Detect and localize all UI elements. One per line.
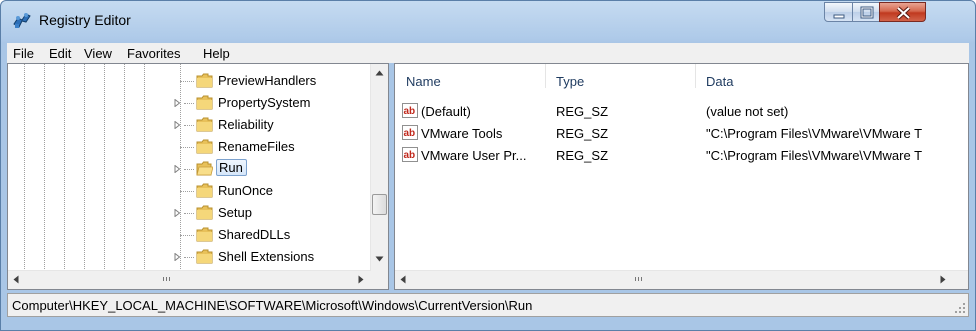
string-value-icon: ab [402,125,418,140]
list-horizontal-scrollbar[interactable] [395,270,968,289]
svg-text:ab: ab [404,150,416,161]
tree-item-reliability[interactable]: Reliability [8,114,368,136]
folder-icon [196,183,213,198]
svg-text:ab: ab [404,128,416,139]
folder-open-icon [196,161,213,176]
status-bar: Computer\HKEY_LOCAL_MACHINE\SOFTWARE\Mic… [7,293,969,317]
minimize-icon [833,14,845,19]
tree-item-shell-extensions[interactable]: Shell Extensions [8,246,368,268]
maximize-icon [860,6,874,19]
value-row[interactable]: ab VMware Tools REG_SZ "C:\Program Files… [395,122,968,144]
column-header-type[interactable]: Type [546,64,694,89]
folder-icon [196,95,213,110]
string-value-icon: ab [402,147,418,162]
title-bar[interactable]: Registry Editor [1,1,975,39]
scroll-right-icon[interactable] [358,275,364,284]
menu-bar: File Edit View Favorites Help [7,43,969,63]
scroll-right-icon[interactable] [940,275,946,284]
value-list-pane[interactable]: Name Type Data ab (Default) REG_SZ (valu… [394,63,969,290]
scroll-grip-icon [635,277,642,281]
tree-item-label: Shell Extensions [218,249,315,264]
tree-item-label: PropertySystem [218,95,311,110]
value-name: VMware Tools [421,126,503,141]
tree-item-label: Run [216,159,247,176]
menu-favorites[interactable]: Favorites [127,46,180,61]
maximize-button[interactable] [852,2,880,22]
scroll-left-icon[interactable] [13,275,19,284]
key-tree-pane[interactable]: PreviewHandlers PropertySystem Reliabili… [7,63,389,290]
tree-item-label: PreviewHandlers [218,73,317,88]
value-row[interactable]: ab VMware User Pr... REG_SZ "C:\Program … [395,144,968,166]
tree-item-previewhandlers[interactable]: PreviewHandlers [8,70,368,92]
value-type: REG_SZ [556,126,609,141]
tree-item-run[interactable]: Run [8,158,368,180]
value-type: REG_SZ [556,148,609,163]
folder-icon [196,249,213,264]
tree-item-propertysystem[interactable]: PropertySystem [8,92,368,114]
tree-item-label: SharedDLLs [218,227,291,242]
menu-edit[interactable]: Edit [49,46,71,61]
folder-icon [196,73,213,88]
resize-grip-icon[interactable] [954,302,966,314]
tree-horizontal-scrollbar[interactable] [8,270,371,289]
menu-help[interactable]: Help [203,46,230,61]
registry-editor-icon [13,13,31,28]
value-type: REG_SZ [556,104,609,119]
scroll-corner [371,271,388,289]
tree-item-runonce[interactable]: RunOnce [8,180,368,202]
string-value-icon: ab [402,103,418,118]
tree-item-label: Reliability [218,117,274,132]
expand-arrow-icon[interactable] [174,209,181,217]
tree-item-shareddlls[interactable]: SharedDLLs [8,224,368,246]
folder-icon [196,139,213,154]
expand-arrow-icon[interactable] [174,253,181,261]
menu-view[interactable]: View [84,46,112,61]
svg-text:ab: ab [404,106,416,117]
tree-vertical-scrollbar[interactable] [370,64,388,271]
scroll-left-icon[interactable] [400,275,406,284]
tree-item-label: RenameFiles [218,139,295,154]
scroll-up-icon[interactable] [375,70,384,76]
scroll-down-icon[interactable] [375,256,384,262]
expand-arrow-icon[interactable] [174,165,181,173]
tree-item-renamefiles[interactable]: RenameFiles [8,136,368,158]
tree-item-label: Setup [218,205,252,220]
column-header-data[interactable]: Data [696,64,968,89]
expand-arrow-icon[interactable] [174,99,181,107]
registry-editor-window: Registry Editor File Edit View Favorites… [0,0,976,331]
column-header-name[interactable]: Name [395,64,545,89]
folder-icon [196,117,213,132]
expand-arrow-icon[interactable] [174,121,181,129]
value-data: (value not set) [706,104,789,119]
folder-icon [196,205,213,220]
minimize-button[interactable] [824,2,853,22]
current-key-path: Computer\HKEY_LOCAL_MACHINE\SOFTWARE\Mic… [12,298,533,313]
tree-item-setup[interactable]: Setup [8,202,368,224]
tree-item-label: RunOnce [218,183,273,198]
value-data: "C:\Program Files\VMware\VMware T [706,126,923,141]
folder-icon [196,227,213,242]
value-row[interactable]: ab (Default) REG_SZ (value not set) [395,100,968,122]
scroll-grip-icon [163,277,170,281]
window-title: Registry Editor [39,12,131,28]
close-button[interactable] [879,2,926,22]
value-name: (Default) [421,104,471,119]
value-data: "C:\Program Files\VMware\VMware T [706,148,923,163]
value-name: VMware User Pr... [421,148,527,163]
menu-file[interactable]: File [13,46,34,61]
tree-vertical-scroll-thumb[interactable] [372,194,387,215]
close-icon [896,6,911,20]
